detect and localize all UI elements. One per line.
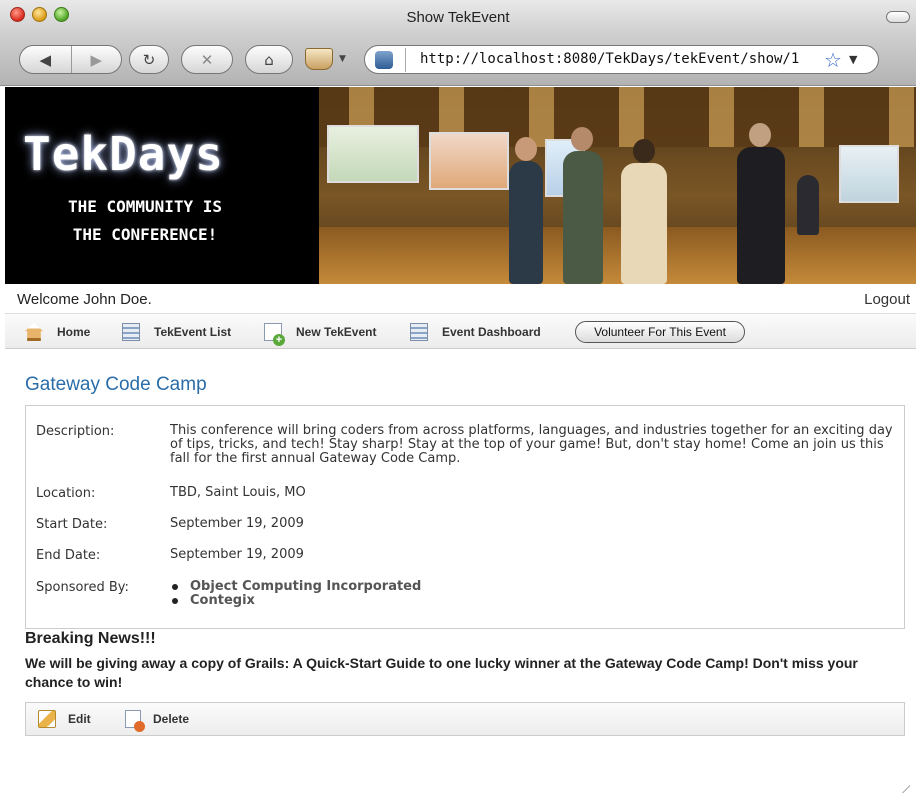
nav-new-tekevent-label: New TekEvent (296, 325, 377, 339)
nav-tekevent-list[interactable]: TekEvent List (122, 314, 231, 350)
reload-button[interactable]: ↻ (129, 45, 169, 74)
home-icon: ⌂ (264, 50, 274, 69)
tagline-line-1: THE COMMUNITY IS (67, 197, 223, 216)
nav-new-tekevent[interactable]: New TekEvent (264, 314, 376, 350)
photo-poster (327, 125, 419, 183)
sponsors-list: Object Computing Incorporated Contegix (170, 580, 900, 608)
event-details: Description: This conference will bring … (25, 405, 905, 629)
nav-home-label: Home (57, 325, 91, 339)
web-page: TekDays THE COMMUNITY IS THE CONFERENCE!… (0, 87, 916, 799)
sponsor-link[interactable]: Object Computing Incorporated (170, 580, 900, 594)
address-bar[interactable]: http://localhost:8080/TekDays/tekEvent/s… (364, 45, 879, 74)
start-date-label: Start Date: (36, 517, 108, 532)
delete-label: Delete (153, 712, 190, 726)
action-bar: Edit Delete (25, 702, 905, 736)
photo-person-head (633, 139, 655, 163)
description-label: Description: (36, 424, 115, 439)
pencil-icon (38, 710, 56, 728)
nav-event-dashboard[interactable]: Event Dashboard (410, 314, 541, 350)
stop-icon: ✕ (200, 50, 214, 69)
address-separator (405, 48, 406, 72)
sponsors-label: Sponsored By: (36, 580, 129, 595)
delete-button[interactable]: Delete (125, 703, 189, 735)
end-date-label: End Date: (36, 548, 101, 563)
breaking-news-title: Breaking News!!! (25, 630, 156, 647)
bookmark-star-icon[interactable]: ☆ (824, 48, 842, 72)
nav-home[interactable]: Home (25, 314, 90, 350)
photo-floor (319, 227, 916, 284)
browser-toolbar: ◀ ▶ ↻ ✕ ⌂ ▼ http://localhost:8080/TekDay… (0, 34, 916, 86)
photo-person (509, 161, 543, 284)
start-date-value: September 19, 2009 (170, 516, 304, 531)
forward-button[interactable]: ▶ (70, 46, 122, 73)
coffee-cup-icon[interactable] (305, 48, 333, 70)
photo-person-head (749, 123, 771, 147)
end-date-value: September 19, 2009 (170, 547, 304, 562)
location-label: Location: (36, 486, 96, 501)
photo-poster (429, 132, 509, 190)
photo-person (737, 147, 785, 284)
url-history-dropdown-icon[interactable]: ▼ (849, 53, 857, 66)
back-forward-group: ◀ ▶ (19, 45, 122, 74)
photo-person (563, 151, 603, 284)
list-icon (122, 323, 140, 341)
site-favicon-icon[interactable] (375, 51, 393, 69)
addon-dropdown-icon[interactable]: ▼ (339, 54, 346, 64)
volunteer-button[interactable]: Volunteer For This Event (575, 321, 745, 343)
home-icon (25, 323, 43, 341)
dashboard-icon (410, 323, 428, 341)
description-value: This conference will bring coders from a… (170, 423, 893, 466)
reload-icon: ↻ (142, 50, 156, 69)
window-titlebar: Show TekEvent (0, 0, 916, 34)
new-document-icon (264, 323, 285, 346)
window-resize-grip[interactable] (900, 783, 910, 793)
tekdays-logo[interactable]: TekDays (23, 127, 224, 181)
back-arrow-icon: ◀ (39, 50, 52, 69)
photo-person (621, 163, 667, 284)
banner-tagline: THE COMMUNITY IS THE CONFERENCE! (25, 193, 265, 249)
site-banner: TekDays THE COMMUNITY IS THE CONFERENCE! (5, 87, 916, 284)
photo-person-head (515, 137, 537, 161)
photo-person (797, 175, 819, 235)
nav-tekevent-list-label: TekEvent List (154, 325, 232, 339)
browser-home-button[interactable]: ⌂ (245, 45, 293, 74)
window-title: Show TekEvent (406, 9, 510, 26)
back-button[interactable]: ◀ (20, 46, 71, 73)
tagline-line-2: THE CONFERENCE! (72, 225, 218, 244)
edit-label: Edit (68, 712, 91, 726)
logout-link[interactable]: Logout (864, 291, 910, 308)
conference-photo (319, 87, 916, 284)
nav-event-dashboard-label: Event Dashboard (442, 325, 541, 339)
edit-button[interactable]: Edit (38, 703, 91, 735)
stop-button[interactable]: ✕ (181, 45, 233, 74)
welcome-message: Welcome John Doe. (17, 291, 152, 308)
forward-arrow-icon: ▶ (90, 50, 103, 69)
photo-poster (839, 145, 899, 203)
sponsor-link[interactable]: Contegix (170, 594, 900, 608)
breaking-news-text: We will be giving away a copy of Grails:… (25, 655, 858, 690)
site-nav: Home TekEvent List New TekEvent Event Da… (5, 313, 916, 349)
url-input[interactable]: http://localhost:8080/TekDays/tekEvent/s… (420, 51, 799, 67)
user-bar: Welcome John Doe. Logout (5, 291, 916, 311)
delete-document-icon (125, 710, 145, 732)
toolbar-toggle-button[interactable] (886, 11, 910, 23)
event-title: Gateway Code Camp (25, 374, 207, 395)
location-value: TBD, Saint Louis, MO (170, 485, 306, 500)
photo-person-head (571, 127, 593, 151)
